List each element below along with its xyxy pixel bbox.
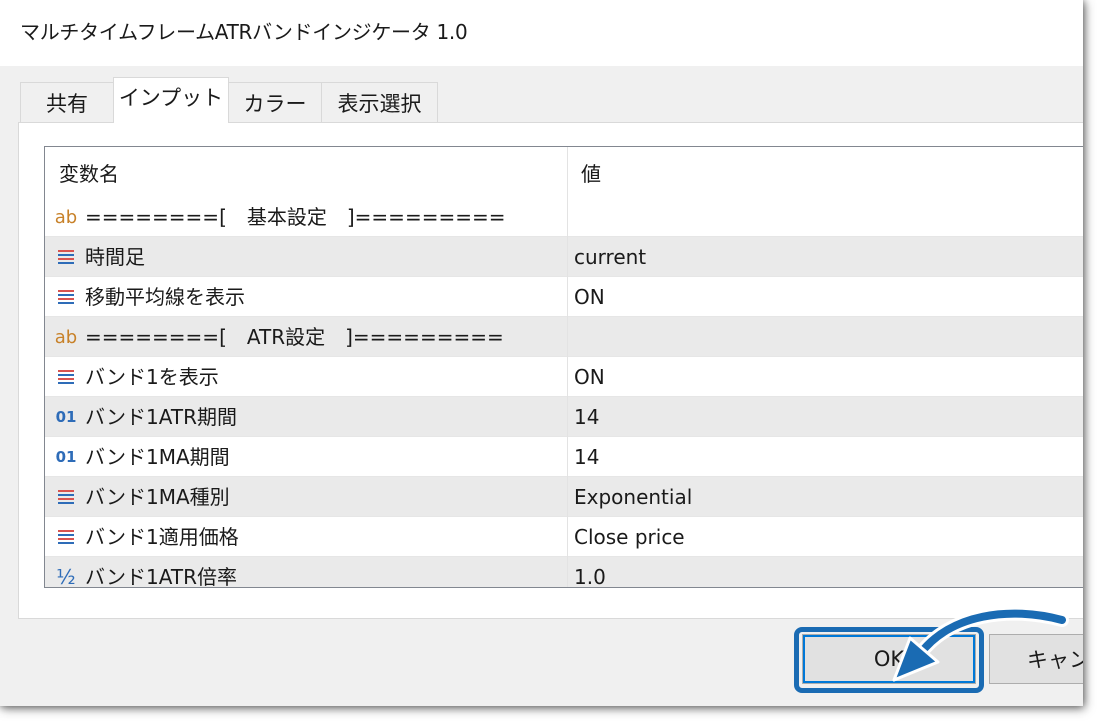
row-value[interactable]: 14 [574,437,599,477]
column-divider [567,277,568,317]
row-value[interactable]: current [574,237,646,277]
row-name: ========[ ATR設定 ]========= [85,325,504,349]
tab-input[interactable]: インプット [113,77,229,123]
row-name: 移動平均線を表示 [85,285,245,309]
column-divider [567,317,568,357]
grid-row[interactable]: 01 バンド1MA期間 14 [45,437,1083,477]
grid-row[interactable]: 01 バンド1ATR期間 14 [45,397,1083,437]
enum-icon [53,477,79,517]
dialog-body: 共有 インプット カラー 表示選択 変数名 値 ab ========[ 基本設定… [0,66,1083,706]
row-name: バンド1を表示 [85,365,219,389]
row-value[interactable]: ON [574,357,605,397]
tab-label: 表示選択 [337,91,422,116]
inputs-panel: 変数名 値 ab ========[ 基本設定 ]========= 時間足 curr… [18,122,1083,619]
row-value[interactable]: 14 [574,397,599,437]
tab-colors[interactable]: カラー [228,82,322,122]
row-value[interactable]: Close price [574,517,685,557]
column-header-label: 値 [581,161,601,186]
enum-icon [53,237,79,277]
grid-row[interactable]: バンド1を表示 ON [45,357,1083,397]
grid-row[interactable]: バンド1MA種別 Exponential [45,477,1083,517]
ab-icon: ab [54,206,78,228]
row-value[interactable]: 1.0 [574,557,606,587]
row-value[interactable]: ON [574,277,605,317]
enum-icon [53,277,79,317]
row-name: バンド1ATR期間 [85,405,237,429]
pointer-arrow-icon [892,606,1069,682]
header-divider [567,147,568,197]
row-name: ========[ 基本設定 ]========= [85,205,506,229]
ab-icon: ab [54,326,78,348]
row-name: バンド1MA期間 [85,445,230,469]
tab-label: インプット [118,85,224,110]
column-divider [567,357,568,397]
grid-row[interactable]: ab ========[ ATR設定 ]========= [45,317,1083,357]
tab-label: 共有 [46,91,88,116]
column-divider [567,517,568,557]
inputs-grid: 変数名 値 ab ========[ 基本設定 ]========= 時間足 curr… [44,146,1083,588]
tab-visibility[interactable]: 表示選択 [321,82,438,122]
grid-row[interactable]: ½ バンド1ATR倍率 1.0 [45,557,1083,588]
column-divider [567,477,568,517]
int-icon: 01 [55,448,77,466]
row-name: バンド1適用価格 [85,525,239,549]
column-divider [567,397,568,437]
tab-shared[interactable]: 共有 [20,82,114,122]
tab-label: カラー [243,91,307,116]
column-divider [567,557,568,587]
column-header-value[interactable]: 値 [581,147,1081,197]
window-title: マルチタイムフレームATRバンドインジケータ 1.0 [20,20,468,44]
enum-icon [53,517,79,557]
title-bar: マルチタイムフレームATRバンドインジケータ 1.0 [0,0,1083,66]
row-name: バンド1MA種別 [85,485,230,509]
enum-icon [53,357,79,397]
column-header-name[interactable]: 変数名 [59,147,559,197]
column-header-label: 変数名 [59,161,119,186]
grid-row[interactable]: バンド1適用価格 Close price [45,517,1083,557]
column-divider [567,437,568,477]
grid-row[interactable]: 移動平均線を表示 ON [45,277,1083,317]
double-icon: ½ [56,565,76,588]
dialog-window: マルチタイムフレームATRバンドインジケータ 1.0 共有 インプット カラー … [0,0,1083,706]
int-icon: 01 [55,408,77,426]
grid-row[interactable]: 時間足 current [45,237,1083,277]
column-divider [567,197,568,237]
grid-row[interactable]: ab ========[ 基本設定 ]========= [45,197,1083,237]
column-divider [567,237,568,277]
row-name: バンド1ATR倍率 [85,565,237,588]
row-value[interactable]: Exponential [574,477,692,517]
row-name: 時間足 [85,245,145,269]
